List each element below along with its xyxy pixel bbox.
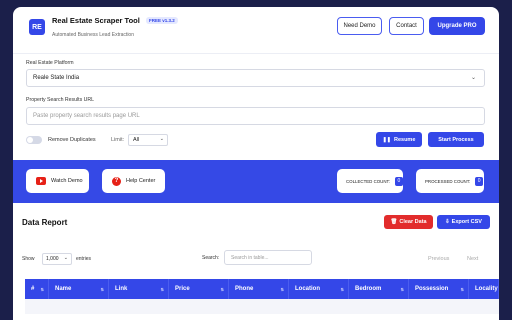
next-page-button[interactable]: Next [467, 256, 478, 262]
show-label: Show [22, 256, 35, 262]
chevron-down-icon: ⌄ [159, 136, 164, 142]
sort-icon: ⇅ [40, 286, 44, 292]
sort-icon: ⇅ [100, 286, 104, 292]
need-demo-button[interactable]: Need Demo [337, 17, 382, 35]
app-title: Real Estate Scraper Tool [52, 16, 140, 25]
entries-label: entries [76, 256, 92, 262]
platform-select-value: Reale State India [33, 75, 80, 81]
platform-select[interactable]: Reale State India ⌄ [26, 69, 485, 87]
limit-select-value: All [133, 137, 140, 143]
column-header-phone[interactable]: Phone ⇅ [229, 279, 289, 299]
sort-icon: ⇅ [460, 286, 464, 292]
youtube-icon [36, 177, 46, 185]
processed-count-label: PROCESSED COUNT: [425, 178, 471, 184]
table-row [25, 299, 499, 314]
collected-count-value: 0 [394, 176, 403, 186]
entries-select[interactable]: 1,000 ⌄ [42, 253, 72, 265]
export-csv-label: Export CSV [451, 219, 482, 225]
sort-icon: ⇅ [160, 286, 164, 292]
limit-select[interactable]: All ⌄ [128, 134, 168, 146]
sort-icon: ⇅ [400, 286, 404, 292]
chevron-down-icon: ⌄ [63, 255, 68, 261]
pause-icon: ❚❚ [382, 136, 391, 143]
entries-select-value: 1,000 [46, 256, 59, 262]
app-window: RE Real Estate Scraper Tool FREE v1.3.2 … [13, 7, 499, 320]
column-header-link[interactable]: Link ⇅ [109, 279, 169, 299]
column-header-locality[interactable]: Locality [469, 279, 499, 299]
app-header: RE Real Estate Scraper Tool FREE v1.3.2 … [13, 7, 499, 51]
table-search-placeholder: Search in table... [231, 254, 269, 261]
table-header: # ⇅ Name ⇅ Link ⇅ Price ⇅ Phone ⇅ Location ⇅ B… [25, 279, 499, 299]
toolbar-band: Watch Demo ? Help Center COLLECTED COUNT… [13, 160, 499, 203]
app-logo: RE [29, 19, 45, 35]
processed-count-card: PROCESSED COUNT: 0 [416, 169, 484, 193]
sort-icon: ⇅ [340, 286, 344, 292]
processed-count-value: 0 [475, 176, 484, 186]
upgrade-pro-button[interactable]: Upgrade PRO [429, 17, 485, 35]
column-header-price[interactable]: Price ⇅ [169, 279, 229, 299]
collected-count-card: COLLECTED COUNT: 0 [337, 169, 403, 193]
remove-duplicates-label: Remove Duplicates [48, 137, 96, 143]
previous-page-button[interactable]: Previous [428, 256, 449, 262]
version-badge: FREE v1.3.2 [146, 17, 178, 24]
column-header-index[interactable]: # ⇅ [25, 279, 49, 299]
column-header-bedroom[interactable]: Bedroom ⇅ [349, 279, 409, 299]
column-header-possession[interactable]: Possession ⇅ [409, 279, 469, 299]
column-header-location[interactable]: Location ⇅ [289, 279, 349, 299]
clear-data-button[interactable]: 🗑 Clear Data [384, 215, 433, 229]
column-header-name[interactable]: Name ⇅ [49, 279, 109, 299]
chevron-down-icon: ⌄ [470, 75, 476, 81]
download-icon: ⇩ [445, 219, 450, 225]
help-icon: ? [112, 176, 121, 186]
collected-count-label: COLLECTED COUNT: [346, 178, 390, 184]
resume-button[interactable]: ❚❚ Resume [376, 132, 422, 147]
resume-button-label: Resume [393, 136, 416, 143]
help-center-button[interactable]: ? Help Center [102, 169, 165, 193]
export-csv-button[interactable]: ⇩ Export CSV [437, 215, 490, 229]
sort-icon: ⇅ [220, 286, 224, 292]
clear-data-label: Clear Data [399, 219, 427, 225]
watch-demo-button[interactable]: Watch Demo [26, 169, 89, 193]
start-process-button[interactable]: Start Process [428, 132, 484, 147]
help-center-label: Help Center [126, 178, 156, 184]
limit-label: Limit: [111, 137, 125, 143]
url-input[interactable]: Paste property search results page URL [26, 107, 485, 125]
sort-icon: ⇅ [280, 286, 284, 292]
app-subtitle: Automated Business Lead Extraction [52, 32, 134, 38]
header-divider [13, 53, 499, 54]
trash-icon: 🗑 [390, 219, 398, 225]
toggle-knob [27, 137, 33, 143]
data-report-title: Data Report [22, 218, 68, 227]
url-input-placeholder: Paste property search results page URL [33, 113, 140, 119]
remove-duplicates-toggle[interactable] [26, 136, 42, 144]
search-label: Search: [202, 255, 220, 261]
platform-label: Real Estate Platform [26, 60, 74, 66]
table-search-input[interactable]: Search in table... [224, 250, 312, 265]
watch-demo-label: Watch Demo [51, 178, 83, 184]
url-label: Property Search Results URL [26, 97, 95, 103]
contact-button[interactable]: Contact [389, 17, 424, 35]
